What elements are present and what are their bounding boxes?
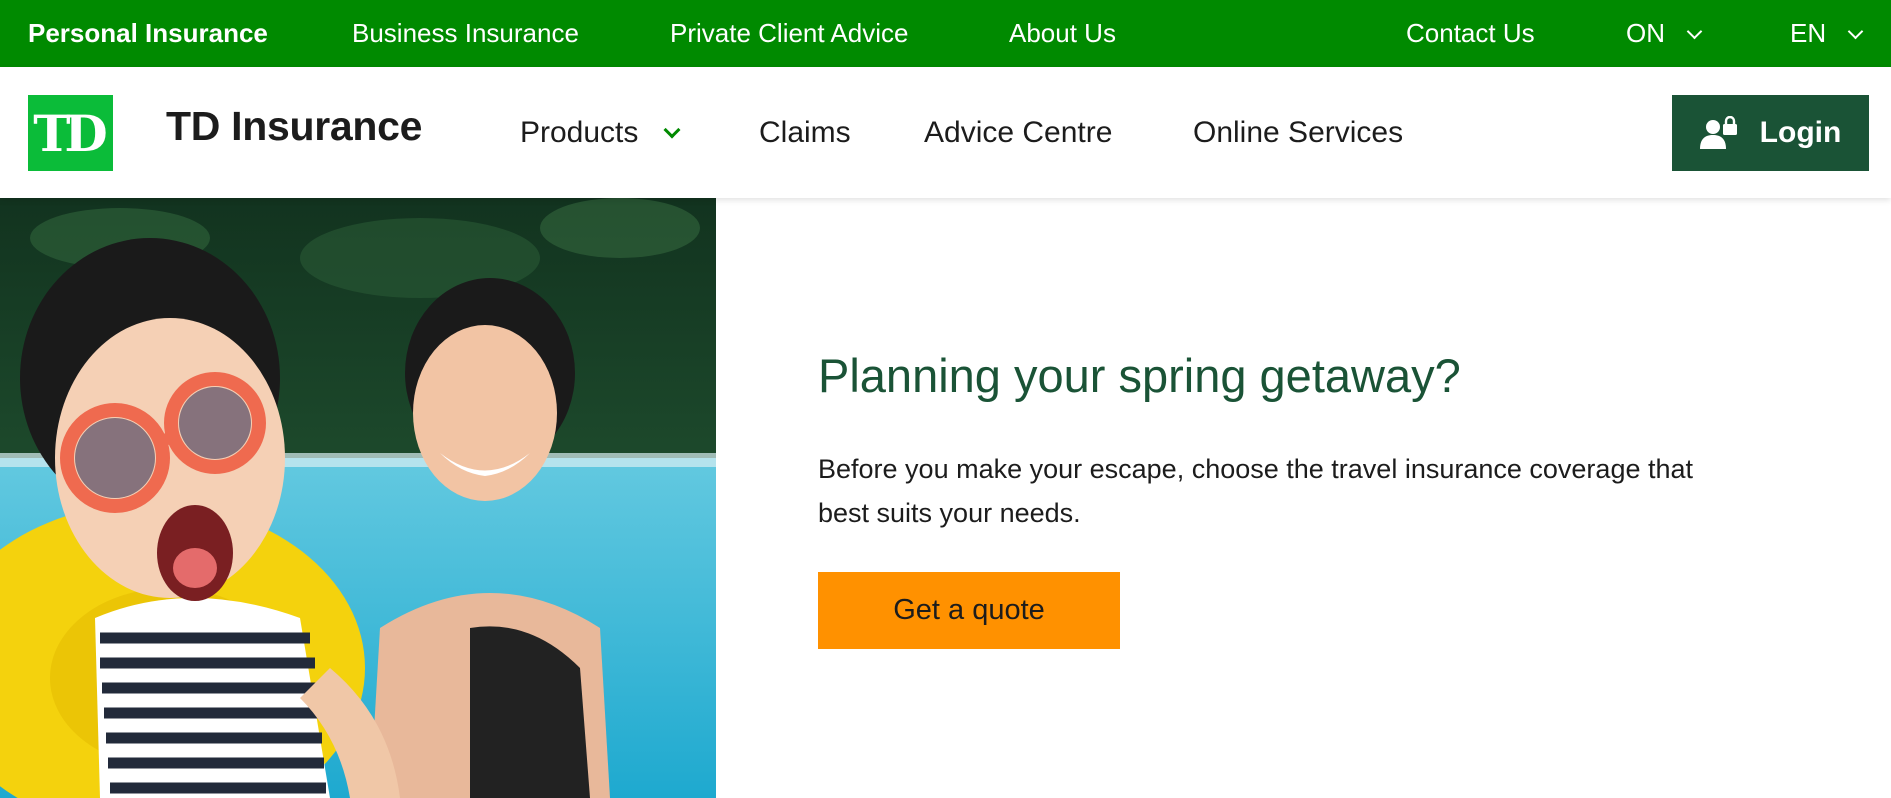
hero-image [0, 198, 716, 798]
language-value: EN [1790, 18, 1827, 48]
hero-body: Before you make your escape, choose the … [818, 454, 1694, 528]
nav-online-services[interactable]: Online Services [1193, 67, 1403, 198]
utility-bar: Personal Insurance Business Insurance Pr… [0, 0, 1891, 67]
chevron-down-icon [1847, 23, 1864, 40]
province-value: ON [1626, 18, 1665, 48]
topnav-about-us[interactable]: About Us [1009, 0, 1116, 67]
nav-claims[interactable]: Claims [759, 67, 851, 198]
topnav-business-insurance[interactable]: Business Insurance [352, 0, 579, 67]
chevron-down-icon [663, 121, 681, 139]
province-selector[interactable]: ON [1626, 0, 1703, 67]
hero-headline: Planning your spring getaway? [818, 349, 1461, 402]
user-lock-icon [1699, 116, 1737, 149]
language-selector[interactable]: EN [1790, 0, 1864, 67]
logo-text: TD [33, 103, 108, 163]
nav-advice-centre[interactable]: Advice Centre [924, 67, 1112, 198]
login-label: Login [1759, 116, 1842, 149]
topnav-personal-insurance[interactable]: Personal Insurance [28, 0, 268, 67]
main-header: TD TD Insurance Products Claims Advice C… [0, 67, 1891, 198]
td-logo[interactable]: TD [28, 95, 113, 171]
brand-name[interactable]: TD Insurance [166, 103, 422, 150]
topnav-contact-us[interactable]: Contact Us [1406, 0, 1535, 67]
login-button[interactable]: Login [1672, 95, 1869, 171]
get-quote-button[interactable]: Get a quote [818, 572, 1120, 649]
topnav-private-client-advice[interactable]: Private Client Advice [670, 0, 908, 67]
nav-products[interactable]: Products [520, 67, 681, 198]
chevron-down-icon [1686, 23, 1703, 40]
nav-products-label: Products [520, 116, 639, 149]
